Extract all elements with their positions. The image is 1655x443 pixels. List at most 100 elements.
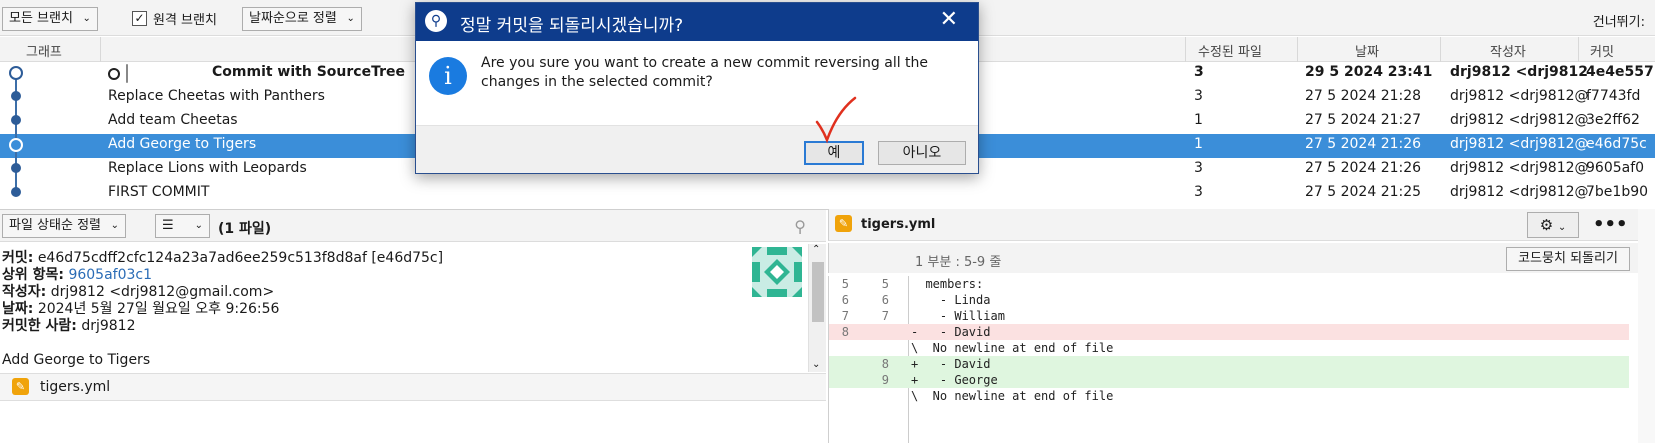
committer-value: drj9812: [81, 318, 136, 334]
col-commit[interactable]: 커밋: [1590, 41, 1614, 60]
checkbox-checked-icon: ✓: [132, 11, 147, 26]
commit-message: Replace Cheetas with Panthers: [108, 88, 325, 104]
graph-node-icon: [9, 66, 23, 80]
commit-files: 3: [1194, 184, 1203, 200]
commit-date: 29 5 2024 23:41: [1305, 64, 1433, 80]
chevron-down-icon: ⌄: [346, 13, 355, 24]
working-copy-icon: [108, 68, 120, 80]
commit-date: 27 5 2024 21:28: [1305, 88, 1422, 104]
commit-files: 1: [1194, 136, 1203, 152]
col-files-changed[interactable]: 수정된 파일: [1198, 41, 1262, 60]
sort-dropdown[interactable]: 날짜순으로 정렬 ⌄: [242, 7, 362, 31]
commit-details: 커밋: e46d75cdff2cfc124a23a7ad6ee259c513f8…: [0, 246, 808, 386]
diff-settings-button[interactable]: ⚙ ⌄: [1527, 212, 1579, 238]
commit-date: 27 5 2024 21:26: [1305, 136, 1422, 152]
diff-view: 55 members: 66 - Linda 77 - William 8- -…: [828, 276, 1655, 443]
commit-author: drj9812 <drj9812@: [1450, 184, 1589, 200]
chevron-up-icon[interactable]: ⌃: [812, 244, 820, 255]
revert-hunk-button[interactable]: 코드뭉치 되돌리기: [1506, 247, 1630, 271]
diff-line: 55 members:: [841, 277, 984, 291]
branch-filter-dropdown[interactable]: 모든 브랜치 ⌄: [2, 7, 98, 31]
gear-icon: ⚙: [1539, 216, 1554, 234]
commit-hash: 3e2ff62: [1586, 112, 1640, 128]
graph-node-icon: [11, 115, 21, 125]
col-graph[interactable]: 그래프: [26, 41, 62, 60]
col-author[interactable]: 작성자: [1490, 41, 1526, 60]
avatar: [752, 247, 802, 297]
commit-author: drj9812 <drj9812: [1450, 64, 1588, 80]
confirm-revert-dialog: ⚲ 정말 커밋을 되돌리시겠습니까? ✕ i Are you sure you …: [415, 2, 979, 174]
commit-message: FIRST COMMIT: [108, 184, 210, 200]
commit-hash: e46d75c: [1586, 136, 1647, 152]
commit-row[interactable]: FIRST COMMIT 3 27 5 2024 21:25 drj9812 <…: [0, 182, 1655, 206]
chevron-down-icon: ⌄: [1557, 222, 1567, 233]
graph-node-icon: [11, 91, 21, 101]
diff-line: 77 - William: [841, 309, 1005, 323]
commit-author: drj9812 <drj9812@: [1450, 112, 1589, 128]
file-toolbar: 파일 상태순 정렬 ⌄ ☰ ⌄ (1 파일) ⚲: [0, 210, 826, 242]
file-modified-icon: ✎: [12, 378, 29, 395]
list-icon: ☰: [162, 218, 174, 233]
diff-line: \ No newline at end of file: [911, 341, 1114, 355]
sourcetree-logo-icon: ⚲: [425, 10, 447, 32]
diff-line-added: 9 + - George: [829, 372, 1629, 388]
commit-message: Add George to Tigers: [108, 136, 257, 152]
no-button[interactable]: 아니오: [878, 141, 966, 165]
commit-files: 3: [1194, 64, 1204, 80]
commit-date: 27 5 2024 21:26: [1305, 160, 1422, 176]
close-icon[interactable]: ✕: [940, 7, 958, 32]
commit-author: drj9812 <drj9812@: [1450, 160, 1589, 176]
parent-link[interactable]: 9605af03c1: [68, 267, 152, 283]
commit-author: drj9812 <drj9812@: [1450, 136, 1589, 152]
sort-label: 날짜순으로 정렬: [249, 11, 337, 26]
file-sort-dropdown[interactable]: 파일 상태순 정렬 ⌄: [2, 214, 126, 238]
date-label: 날짜:: [2, 301, 34, 317]
col-date[interactable]: 날짜: [1355, 41, 1379, 60]
graph-node-icon: [11, 163, 21, 173]
commit-author: drj9812 <drj9812@: [1450, 88, 1589, 104]
scrollbar-thumb[interactable]: [812, 262, 824, 322]
commit-hash: 4e4e557: [1586, 64, 1654, 80]
commit-message: Replace Lions with Leopards: [108, 160, 307, 176]
commit-hash: f7743fd: [1586, 88, 1641, 104]
commit-hash: 7be1b90: [1586, 184, 1649, 200]
red-checkmark-annotation: [815, 96, 857, 144]
info-icon: i: [429, 57, 467, 95]
hunk-range: 1 부분 : 5-9 줄: [915, 255, 1002, 270]
diff-line-removed: 8- - David: [829, 324, 1629, 340]
branch-filter-label: 모든 브랜치: [9, 11, 73, 26]
more-options-icon[interactable]: •••: [1593, 214, 1628, 235]
diff-file-name: tigers.yml: [861, 217, 936, 232]
diff-line-added: 8 + - David: [829, 356, 1629, 372]
file-count: (1 파일): [218, 221, 272, 237]
chevron-down-icon: ⌄: [194, 220, 203, 231]
chevron-down-icon: ⌄: [82, 13, 91, 24]
remote-branches-label: 원격 브랜치: [153, 13, 217, 28]
commit-full-hash: e46d75cdff2cfc124a23a7ad6ee259c513f8d8af…: [37, 250, 444, 266]
details-scrollbar[interactable]: ⌃ ⌄: [808, 244, 826, 372]
commit-files: 3: [1194, 88, 1203, 104]
yes-button[interactable]: 예: [804, 141, 864, 165]
chevron-down-icon: ⌄: [110, 220, 119, 231]
author-value: drj9812 <drj9812@gmail.com>: [50, 284, 275, 300]
branch-name: main: [127, 67, 128, 82]
diff-line: \ No newline at end of file: [911, 389, 1114, 403]
dialog-message: Are you sure you want to create a new co…: [481, 55, 929, 90]
chevron-down-icon[interactable]: ⌄: [812, 359, 820, 370]
branch-badge[interactable]: ᚴ main: [126, 64, 128, 83]
remote-branches-checkbox[interactable]: ✓ 원격 브랜치: [132, 9, 217, 28]
diff-scrollbar[interactable]: [1638, 209, 1655, 443]
search-icon[interactable]: ⚲: [794, 217, 806, 236]
commit-date: 27 5 2024 21:25: [1305, 184, 1422, 200]
list-item[interactable]: ✎ tigers.yml: [0, 374, 808, 400]
date-value: 2024년 5월 27일 월요일 오후 9:26:56: [37, 301, 280, 317]
view-mode-dropdown[interactable]: ☰ ⌄: [155, 214, 210, 238]
commit-label: 커밋:: [2, 250, 34, 266]
branch-icon: ᚴ: [127, 67, 128, 83]
commit-date: 27 5 2024 21:27: [1305, 112, 1422, 128]
file-sort-label: 파일 상태순 정렬: [9, 218, 101, 233]
commit-full-message: Add George to Tigers: [2, 352, 151, 368]
file-list: ✎ tigers.yml: [0, 373, 826, 401]
commit-hash: 9605af0: [1586, 160, 1645, 176]
skip-label: 건너뛰기:: [1592, 15, 1645, 30]
